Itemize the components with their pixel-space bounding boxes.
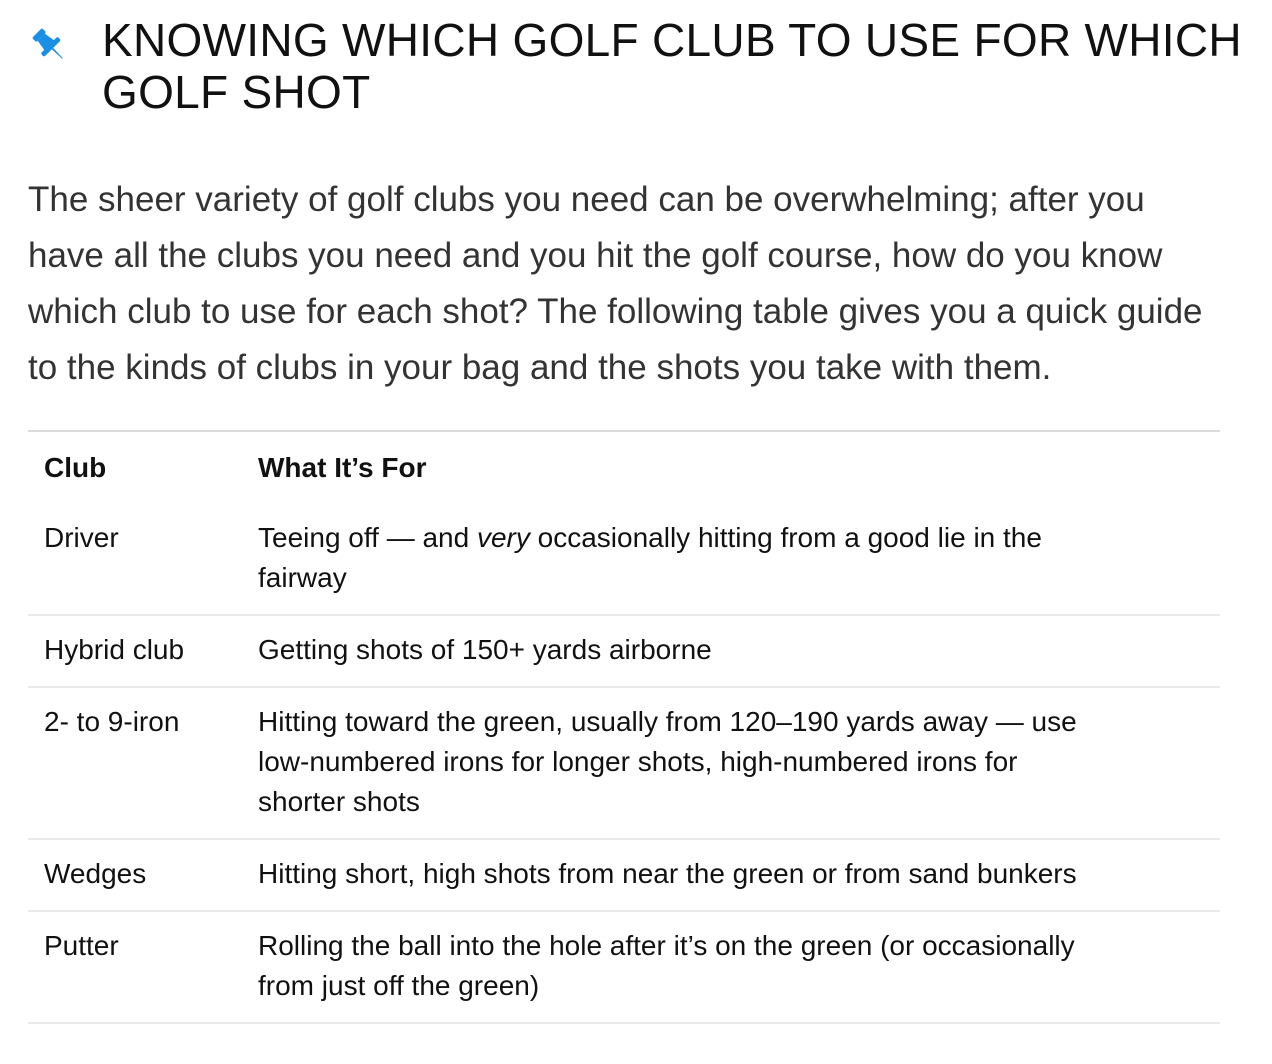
table-row: Wedges Hitting short, high shots from ne… bbox=[28, 839, 1220, 912]
table-row: Hybrid club Getting shots of 150+ yards … bbox=[28, 615, 1220, 688]
club-table: Club What It’s For Driver Teeing off — a… bbox=[28, 430, 1220, 1024]
intro-paragraph: The sheer variety of golf clubs you need… bbox=[28, 180, 1203, 387]
article-page: KNOWING WHICH GOLF CLUB TO USE FOR WHICH… bbox=[0, 0, 1272, 1064]
club-purpose: Teeing off — and very occasionally hitti… bbox=[258, 502, 1220, 616]
pin-icon[interactable] bbox=[28, 24, 70, 66]
table-header-row: Club What It’s For bbox=[28, 431, 1220, 502]
club-name: Putter bbox=[28, 911, 258, 1024]
club-table-container: Club What It’s For Driver Teeing off — a… bbox=[28, 430, 1220, 1024]
club-name: Driver bbox=[28, 502, 258, 616]
club-purpose-text: Teeing off — and bbox=[258, 522, 477, 553]
club-name: Hybrid club bbox=[28, 615, 258, 688]
table-row: Driver Teeing off — and very occasionall… bbox=[28, 502, 1220, 616]
club-name: Wedges bbox=[28, 839, 258, 912]
club-purpose: Rolling the ball into the hole after it’… bbox=[258, 911, 1220, 1024]
column-header-purpose: What It’s For bbox=[258, 452, 427, 483]
page-title: KNOWING WHICH GOLF CLUB TO USE FOR WHICH… bbox=[102, 14, 1242, 118]
club-purpose: Hitting toward the green, usually from 1… bbox=[258, 687, 1220, 840]
club-purpose: Hitting short, high shots from near the … bbox=[258, 839, 1220, 912]
club-purpose: Getting shots of 150+ yards airborne bbox=[258, 615, 1220, 688]
club-purpose-emphasis: very bbox=[476, 522, 530, 553]
column-header-club: Club bbox=[44, 452, 107, 483]
table-row: Putter Rolling the ball into the hole af… bbox=[28, 911, 1220, 1024]
table-row: 2- to 9-iron Hitting toward the green, u… bbox=[28, 687, 1220, 840]
club-name: 2- to 9-iron bbox=[28, 687, 258, 840]
